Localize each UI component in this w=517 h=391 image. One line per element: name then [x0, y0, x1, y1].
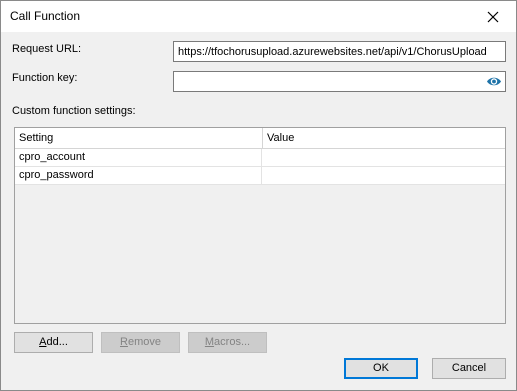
title-bar: Call Function: [1, 1, 516, 32]
function-key-field[interactable]: [173, 71, 506, 92]
remove-button[interactable]: Remove: [101, 332, 180, 353]
close-button[interactable]: [470, 1, 516, 32]
add-button[interactable]: Add...: [14, 332, 93, 353]
grid-header: Setting Value: [15, 128, 505, 149]
add-label: dd...: [46, 336, 68, 348]
table-row[interactable]: cpro_account: [15, 149, 505, 167]
request-url-value: https://tfochorusupload.azurewebsites.ne…: [178, 46, 487, 58]
eye-icon[interactable]: [486, 75, 502, 88]
function-key-label: Function key:: [12, 72, 78, 84]
macros-label: acros...: [214, 336, 251, 348]
request-url-field[interactable]: https://tfochorusupload.azurewebsites.ne…: [173, 41, 506, 62]
remove-accelerator: R: [120, 336, 128, 348]
value-cell[interactable]: [262, 149, 505, 166]
table-row[interactable]: cpro_password: [15, 167, 505, 185]
window-title: Call Function: [10, 9, 81, 23]
ok-button[interactable]: OK: [344, 358, 418, 379]
macros-accelerator: M: [204, 336, 215, 348]
custom-settings-label: Custom function settings:: [12, 105, 136, 117]
call-function-dialog: Call Function Request URL: https://tfoch…: [0, 0, 517, 391]
cancel-button[interactable]: Cancel: [432, 358, 506, 379]
setting-cell[interactable]: cpro_account: [15, 149, 261, 166]
setting-cell[interactable]: cpro_password: [15, 167, 261, 184]
value-cell[interactable]: [262, 167, 505, 184]
column-header-setting[interactable]: Setting: [15, 128, 262, 148]
settings-grid[interactable]: Setting Value cpro_account cpro_password: [14, 127, 506, 324]
close-icon: [487, 11, 499, 22]
request-url-label: Request URL:: [12, 43, 82, 55]
remove-label: emove: [127, 336, 161, 348]
column-header-value[interactable]: Value: [263, 128, 505, 148]
macros-button[interactable]: Macros...: [188, 332, 267, 353]
